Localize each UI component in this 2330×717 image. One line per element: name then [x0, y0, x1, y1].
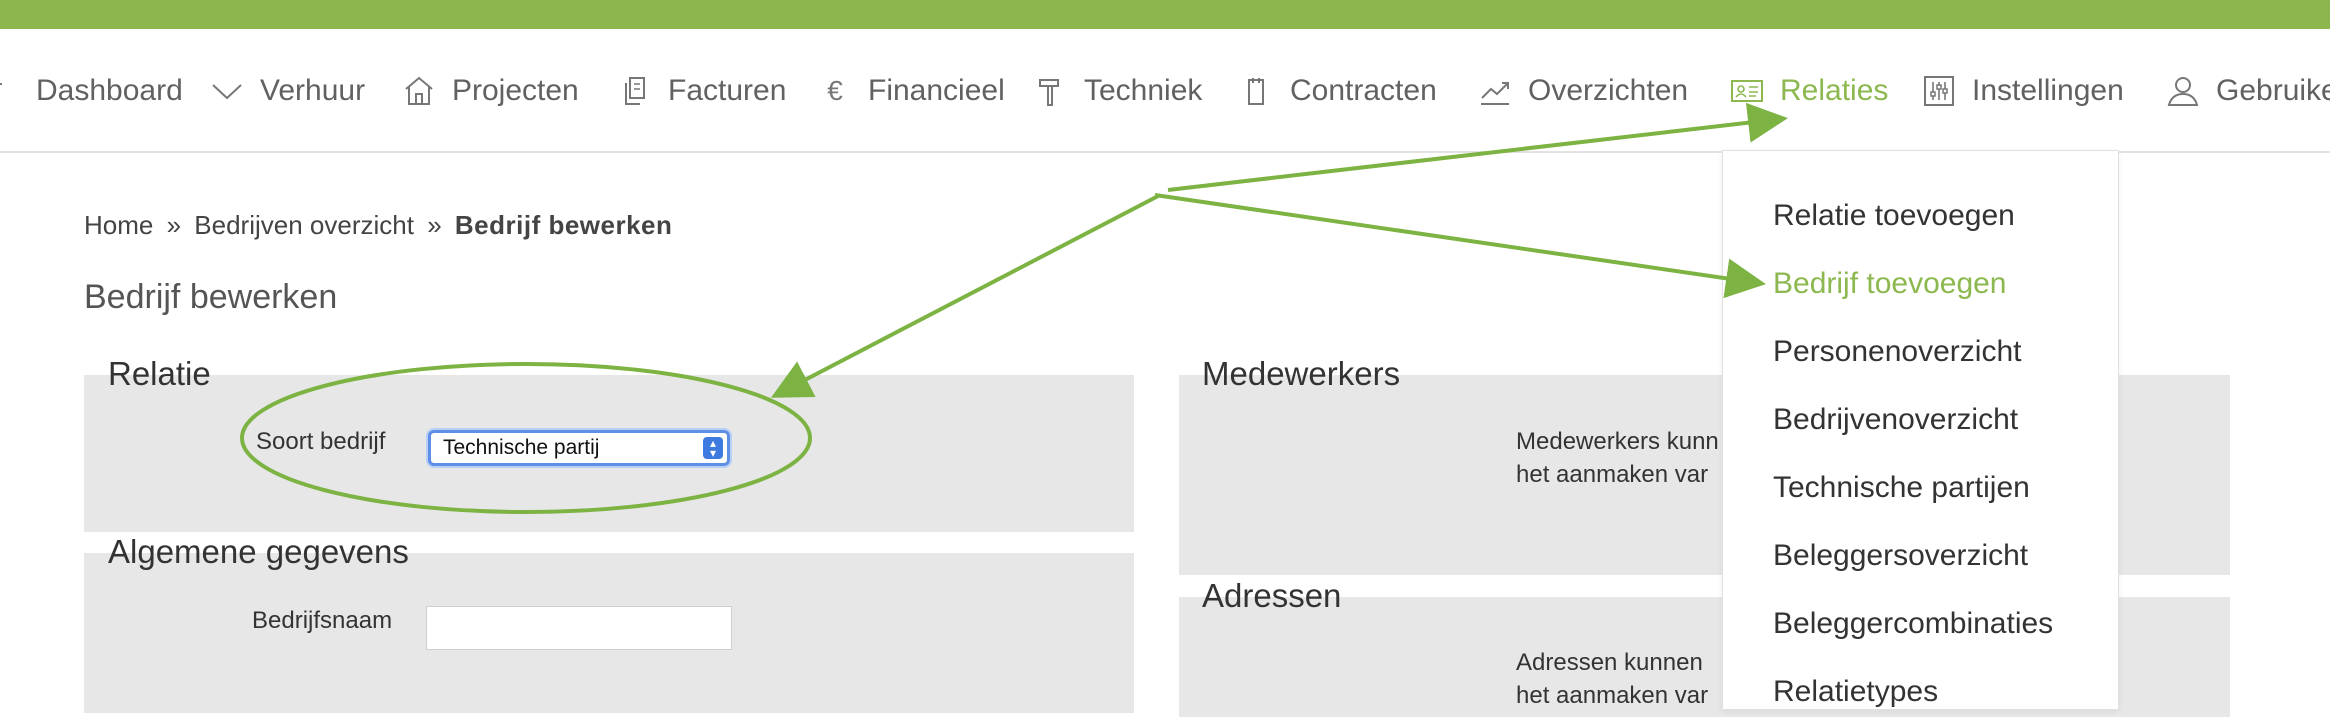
nav-item-label: Contracten	[1290, 74, 1437, 107]
page-title: Bedrijf bewerken	[84, 278, 338, 316]
arrow-to-soort-bedrijf	[770, 193, 1161, 398]
medewerkers-info-line: Medewerkers kunn	[1516, 428, 1719, 455]
bedrijfsnaam-input[interactable]	[426, 606, 732, 650]
contact-card-icon	[1730, 74, 1764, 108]
menu-item-personenoverzicht[interactable]: Personenoverzicht	[1773, 335, 2021, 369]
nav-item-label: Instellingen	[1972, 74, 2124, 107]
adressen-info-line: Adressen kunnen	[1516, 649, 1703, 676]
select-arrows-icon: ▴ ▾	[703, 437, 723, 459]
hammer-icon	[1034, 74, 1068, 108]
menu-item-relatie-toevoegen[interactable]: Relatie toevoegen	[1773, 199, 2015, 233]
documents-icon	[618, 74, 652, 108]
breadcrumb-separator: »	[166, 210, 182, 240]
nav-item-label: Gebruike	[2216, 74, 2330, 107]
partial-icon	[0, 74, 20, 108]
relatie-panel-title: Relatie	[108, 355, 211, 392]
nav-item-dashboard[interactable]: Dashboard	[0, 29, 183, 151]
nav-item-contracten[interactable]: Contracten	[1240, 29, 1437, 151]
algemene-gegevens-title: Algemene gegevens	[108, 533, 409, 570]
menu-item-bedrijf-toevoegen[interactable]: Bedrijf toevoegen	[1773, 267, 2007, 301]
nav-item-label: Dashboard	[36, 74, 183, 107]
breadcrumb-current: Bedrijf bewerken	[454, 210, 673, 240]
menu-item-beleggersoverzicht[interactable]: Beleggersoverzicht	[1773, 539, 2028, 573]
breadcrumb-separator: »	[427, 210, 442, 240]
line-chart-icon	[1478, 74, 1512, 108]
euro-icon: €	[827, 75, 843, 106]
chevron-down-icon	[210, 74, 244, 108]
nav-item-label: Techniek	[1084, 74, 1203, 107]
nav-item-label: Facturen	[668, 74, 787, 107]
home-icon	[402, 74, 436, 108]
adressen-title: Adressen	[1202, 577, 1342, 614]
contract-icon	[1240, 74, 1274, 108]
medewerkers-title: Medewerkers	[1202, 355, 1401, 392]
nav-item-gebruikers[interactable]: Gebruike	[2166, 29, 2330, 151]
sliders-icon	[1922, 74, 1956, 108]
nav-item-verhuur[interactable]: Verhuur	[210, 29, 366, 151]
soort-bedrijf-select[interactable]: Technische partij ▴ ▾	[428, 430, 730, 466]
nav-item-label: Projecten	[452, 74, 579, 107]
nav-item-instellingen[interactable]: Instellingen	[1922, 29, 2124, 151]
menu-item-beleggercombinaties[interactable]: Beleggercombinaties	[1773, 607, 2053, 641]
menu-item-technische-partijen[interactable]: Technische partijen	[1773, 471, 2030, 505]
nav-item-label: Verhuur	[260, 74, 366, 107]
soort-bedrijf-label: Soort bedrijf	[256, 428, 386, 455]
nav-item-relaties[interactable]: Relaties	[1730, 29, 1889, 151]
bedrijfsnaam-label: Bedrijfsnaam	[252, 607, 393, 634]
nav-item-label: Relaties	[1780, 74, 1889, 107]
nav-item-techniek[interactable]: Techniek	[1034, 29, 1203, 151]
user-icon	[2166, 74, 2200, 108]
nav-item-financieel[interactable]: € Financieel	[818, 29, 1005, 151]
adressen-info-text: Adressen kunnen het aanmaken var	[1516, 646, 1708, 712]
relaties-dropdown-menu: Relatie toevoegen Bedrijf toevoegen Pers…	[1722, 150, 2119, 710]
soort-bedrijf-value: Technische partij	[443, 436, 600, 459]
adressen-info-line: het aanmaken var	[1516, 682, 1709, 709]
nav-item-overzichten[interactable]: Overzichten	[1478, 29, 1689, 151]
arrow-to-bedrijf-toevoegen	[1154, 193, 1766, 299]
menu-item-relatietypes[interactable]: Relatietypes	[1773, 675, 1938, 709]
nav-item-label: Financieel	[868, 74, 1005, 107]
main-navigation: Dashboard Verhuur Projecten Facturen € F…	[0, 29, 2330, 153]
medewerkers-info-text: Medewerkers kunn het aanmaken var	[1516, 425, 1719, 491]
nav-item-label: Overzichten	[1528, 74, 1689, 107]
breadcrumb: Home » Bedrijven overzicht » Bedrijf bew…	[84, 210, 672, 241]
menu-item-bedrijvenoverzicht[interactable]: Bedrijvenoverzicht	[1773, 403, 2018, 437]
nav-item-facturen[interactable]: Facturen	[618, 29, 787, 151]
nav-item-projecten[interactable]: Projecten	[402, 29, 579, 151]
breadcrumb-overview[interactable]: Bedrijven overzicht	[194, 210, 414, 240]
medewerkers-info-line: het aanmaken var	[1516, 461, 1709, 488]
top-accent-bar	[0, 0, 2330, 29]
breadcrumb-home[interactable]: Home	[84, 210, 153, 240]
